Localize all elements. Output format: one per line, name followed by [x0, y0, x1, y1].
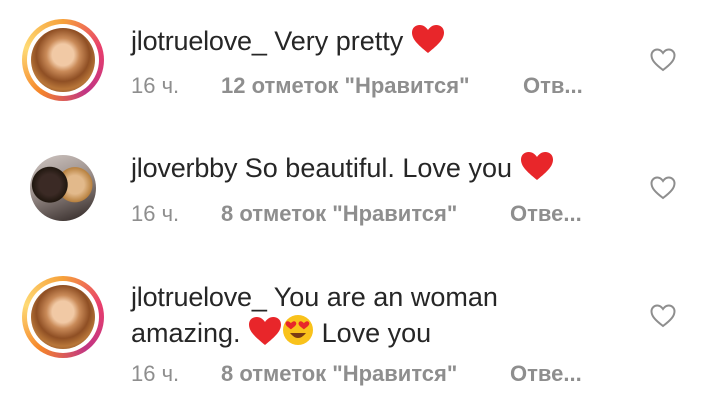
reply-button[interactable]: Отв...: [523, 73, 583, 99]
comment-time: 16 ч.: [131, 73, 180, 98]
comment-body: Very pretty: [274, 26, 404, 56]
red-heart-emoji: [520, 152, 553, 180]
comment-body-line2-end: Love you: [321, 318, 432, 348]
comment-item: jloverbby So beautiful. Love you 16 ч. 8…: [0, 130, 717, 260]
heart-outline-icon[interactable]: [650, 48, 676, 72]
reply-button[interactable]: Отве...: [510, 201, 582, 227]
comment-body-line2: amazing.: [131, 318, 241, 348]
comment-likes-count[interactable]: 8 отметок "Нравится": [221, 361, 457, 387]
comment-username[interactable]: jlotruelove_: [131, 26, 267, 56]
red-heart-emoji: [249, 317, 282, 345]
avatar[interactable]: [22, 19, 104, 101]
heart-outline-icon[interactable]: [650, 304, 676, 328]
red-heart-emoji: [411, 25, 444, 53]
comment-time: 16 ч.: [131, 361, 180, 386]
comment-username[interactable]: jloverbby: [131, 153, 237, 183]
comment-item: jlotruelove_ You are an woman amazing. L…: [0, 260, 717, 416]
avatar[interactable]: [30, 155, 96, 221]
comment-item: jlotruelove_ Very pretty 16 ч. 12 отмето…: [0, 0, 717, 130]
heart-outline-icon[interactable]: [650, 176, 676, 200]
comment-likes-count[interactable]: 12 отметок "Нравится": [221, 73, 470, 99]
comment-body: So beautiful. Love you: [244, 153, 512, 183]
reply-button[interactable]: Отве...: [510, 361, 582, 387]
heart-eyes-emoji: [283, 315, 314, 345]
comment-time: 16 ч.: [131, 201, 180, 226]
comment-body-line1: You are an woman: [273, 282, 498, 312]
comment-text-block: jloverbby So beautiful. Love you: [131, 151, 651, 185]
comment-text-block: jlotruelove_ You are an woman amazing. L…: [131, 280, 651, 350]
comment-text-block: jlotruelove_ Very pretty: [131, 24, 651, 58]
avatar[interactable]: [22, 276, 104, 358]
comment-likes-count[interactable]: 8 отметок "Нравится": [221, 201, 457, 227]
comment-username[interactable]: jlotruelove_: [131, 282, 267, 312]
